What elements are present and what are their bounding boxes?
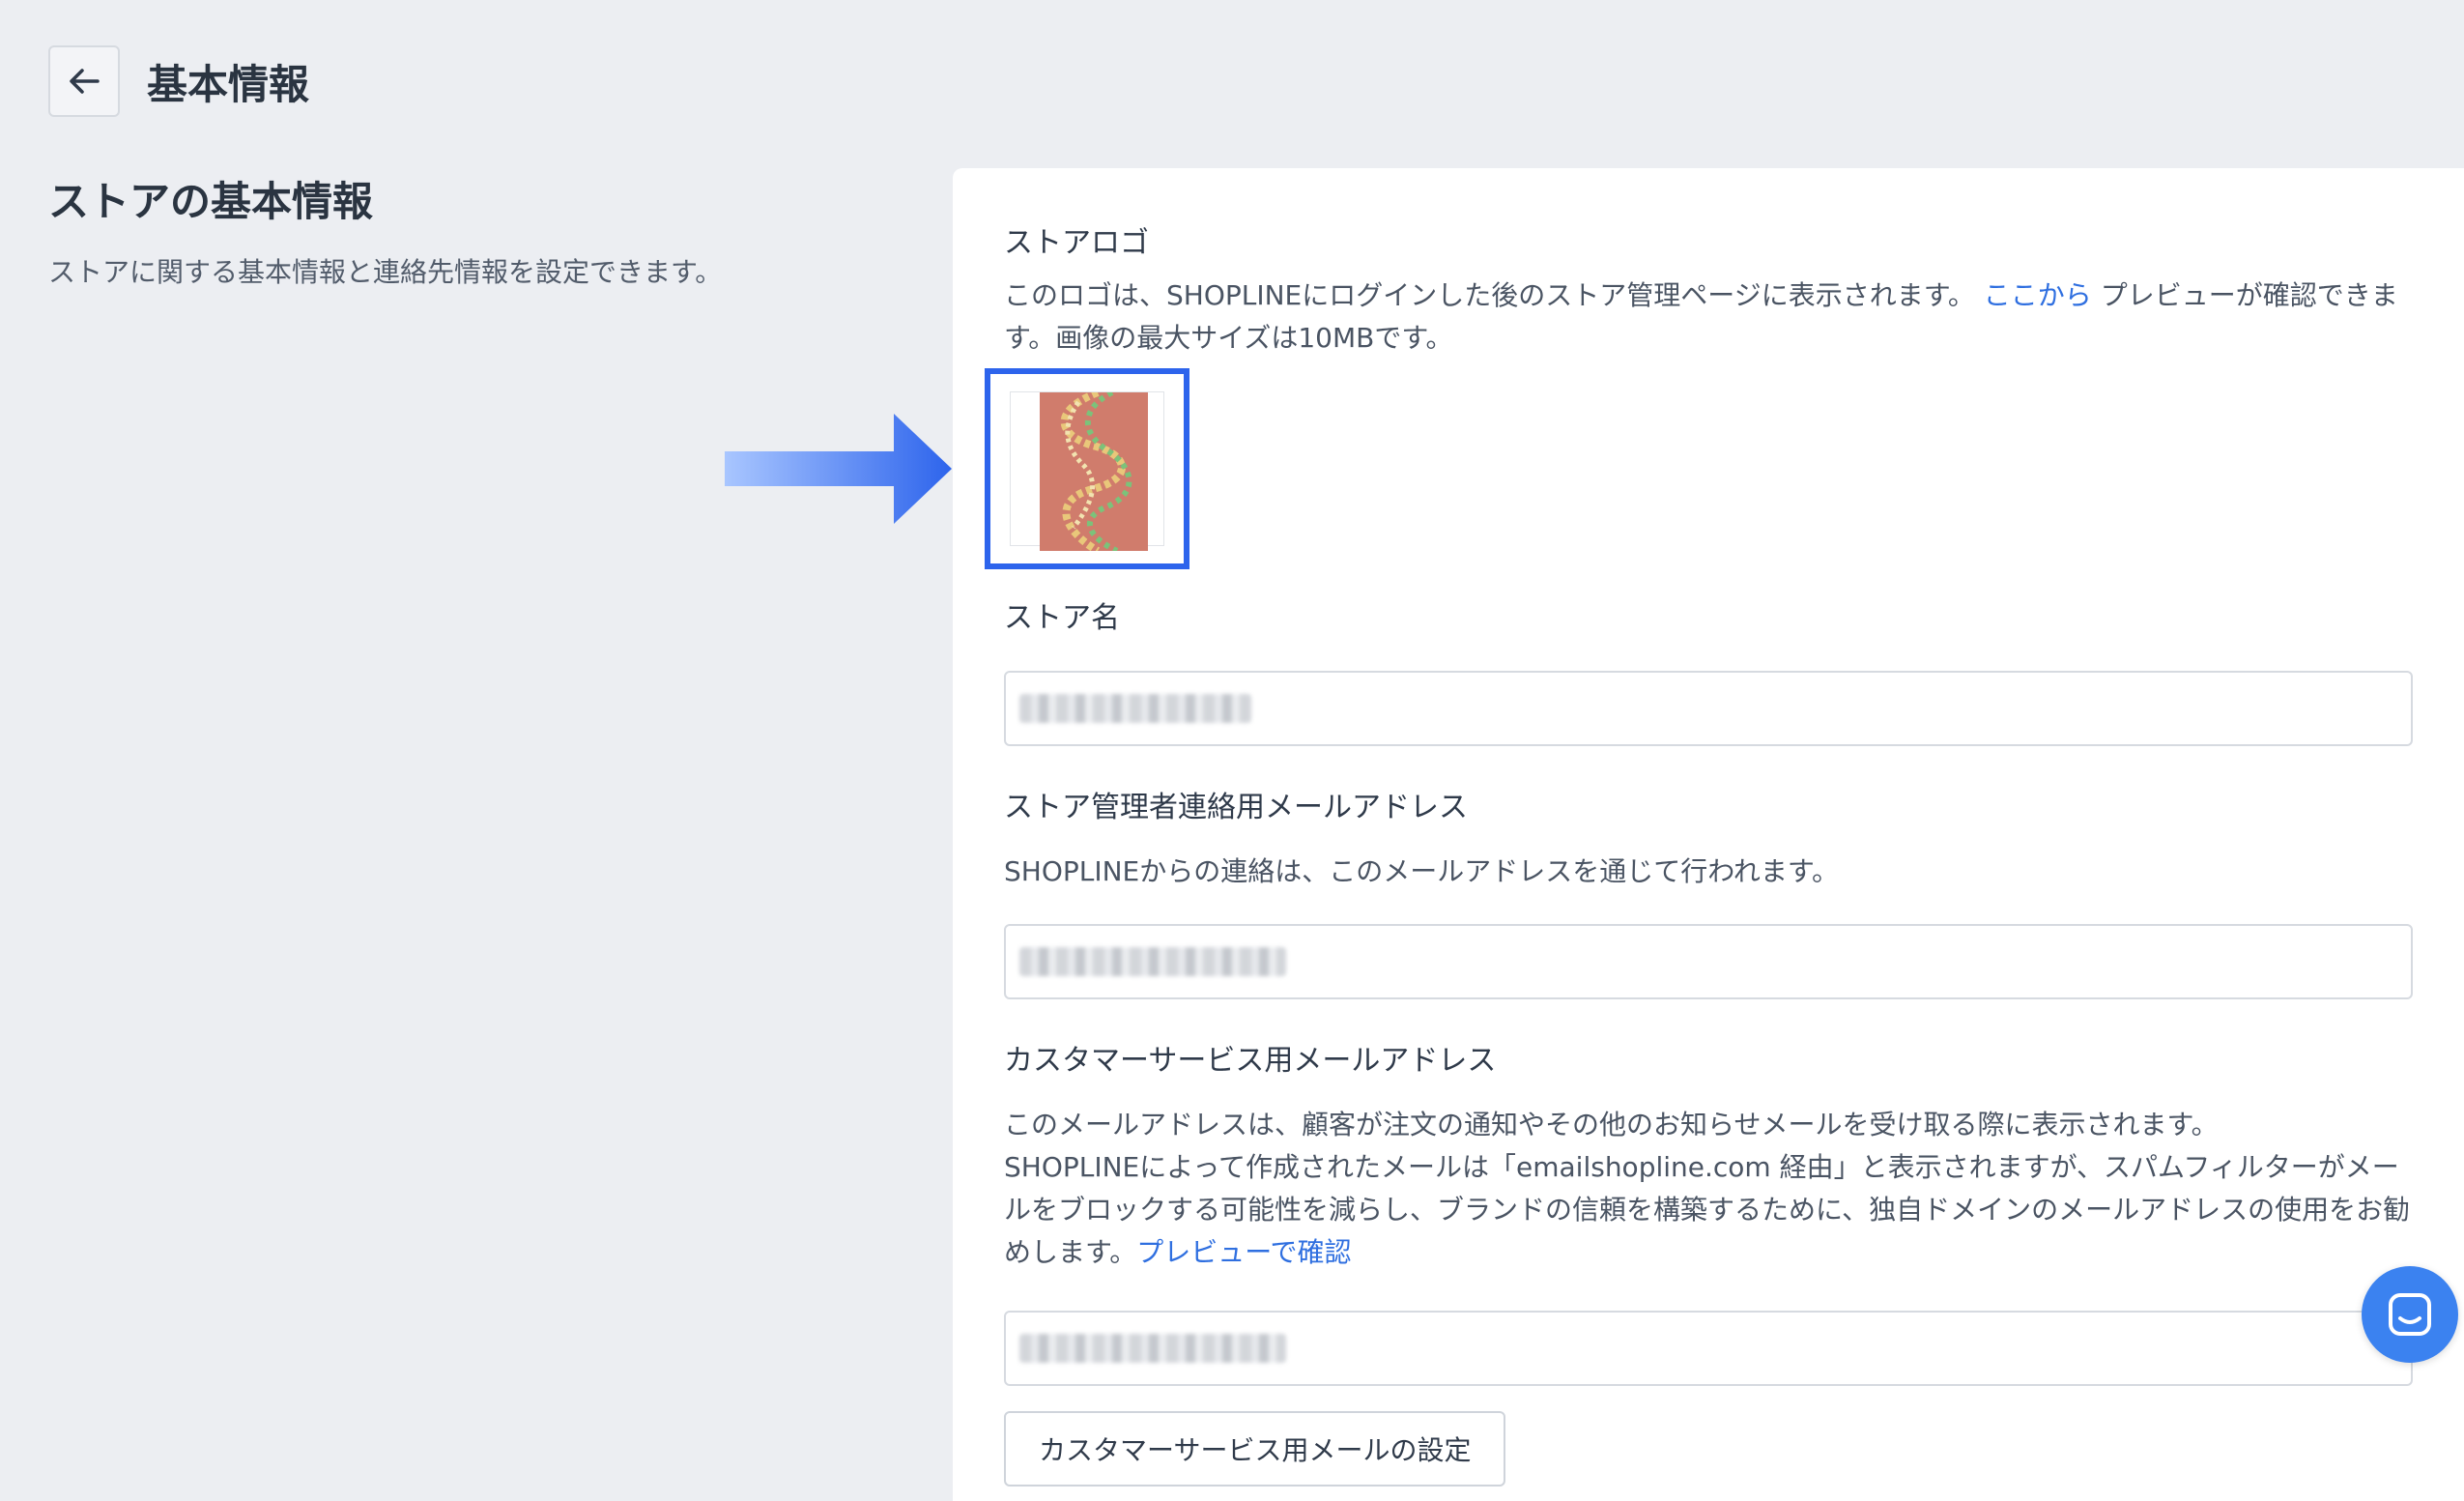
store-name-input[interactable] — [1004, 671, 2413, 746]
store-name-section: ストア名 — [1004, 593, 2413, 746]
logo-image — [1040, 392, 1148, 551]
cs-email-label: カスタマーサービス用メールアドレス — [1004, 1044, 1497, 1078]
section-intro: ストアの基本情報 ストアに関する基本情報と連絡先情報を設定できます。 — [48, 169, 899, 291]
admin-email-section: ストア管理者連絡用メールアドレス SHOPLINEからの連絡は、このメールアドレ… — [1004, 783, 2413, 999]
back-button[interactable] — [48, 45, 120, 117]
admin-email-input[interactable] — [1004, 924, 2413, 999]
page-header: 基本情報 — [48, 44, 309, 118]
chat-button[interactable] — [2362, 1266, 2458, 1363]
cs-email-help: このメールアドレスは、顧客が注文の通知やその他のお知らせメールを受け取る際に表示… — [1004, 1109, 2411, 1268]
store-logo-label: ストアロゴ — [1004, 226, 1149, 260]
cs-email-section: カスタマーサービス用メールアドレス このメールアドレスは、顧客が注文の通知やその… — [1004, 1036, 2413, 1487]
store-name-label: ストア名 — [1004, 601, 1120, 635]
cs-email-settings-button[interactable]: カスタマーサービス用メールの設定 — [1004, 1411, 1506, 1487]
redacted-value — [1019, 947, 1286, 976]
chat-icon — [2389, 1293, 2431, 1336]
preview-link[interactable]: ここから — [1984, 279, 2092, 311]
cs-email-input[interactable] — [1004, 1311, 2413, 1386]
arrow-left-icon — [70, 69, 100, 94]
preview-confirm-link[interactable]: プレビューで確認 — [1136, 1236, 1351, 1268]
store-logo-help: このロゴは、SHOPLINEにログインした後のストア管理ページに表示されます。 … — [1004, 279, 2398, 354]
store-logo-section: ストアロゴ このロゴは、SHOPLINEにログインした後のストア管理ページに表示… — [1004, 218, 2413, 360]
settings-card: ストアロゴ このロゴは、SHOPLINEにログインした後のストア管理ページに表示… — [953, 168, 2464, 1501]
store-logo-upload[interactable] — [985, 368, 1189, 569]
page-title: 基本情報 — [147, 60, 310, 108]
section-description: ストアに関する基本情報と連絡先情報を設定できます。 — [48, 256, 723, 288]
admin-email-help: SHOPLINEからの連絡は、このメールアドレスを通じて行われます。 — [1004, 855, 1840, 887]
redacted-value — [1019, 1334, 1286, 1363]
admin-email-label: ストア管理者連絡用メールアドレス — [1004, 791, 1468, 824]
redacted-value — [1019, 694, 1251, 723]
arrow-right-icon — [725, 414, 952, 524]
section-title: ストアの基本情報 — [48, 178, 374, 225]
store-logo-thumbnail[interactable] — [1010, 391, 1164, 551]
